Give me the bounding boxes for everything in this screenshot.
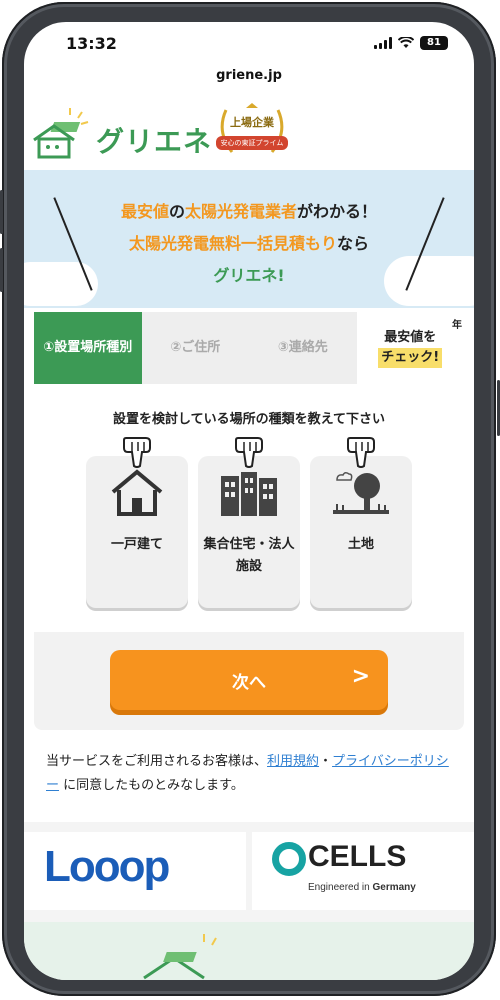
house-icon: [111, 469, 163, 516]
next-button-area: 次へ >: [34, 632, 464, 730]
hero-text: 太陽光発電業者: [185, 202, 298, 221]
step-1: ①設置場所種別: [34, 312, 142, 384]
badge-title: 上場企業: [230, 116, 274, 129]
step-final-line2: チェック!: [378, 348, 443, 368]
signal-icon: [374, 37, 392, 49]
step-1-label: ①設置場所種別: [43, 340, 133, 355]
battery-icon: 81: [420, 36, 448, 50]
hero-headline-2: 太陽光発電無料一括見積もりなら: [24, 230, 474, 254]
step-3-label: ③連絡先: [277, 340, 328, 355]
step-2: ②ご住所: [142, 312, 250, 384]
option-land[interactable]: 土地: [310, 437, 412, 608]
status-bar: 13:32 81: [24, 22, 474, 68]
footer-banner: [24, 922, 474, 980]
step-final: 最安値を チェック! 年: [356, 312, 464, 384]
hero-headline-3: グリエネ!: [213, 266, 285, 285]
apartment-building-icon: [221, 472, 277, 516]
hero-banner: 最安値の太陽光発電業者がわかる！ 太陽光発電無料一括見積もりなら グリエネ!: [24, 170, 474, 308]
laurel-wreath-icon: [220, 103, 284, 153]
footer-logo-house-icon: [143, 934, 217, 980]
status-icons: 81: [374, 36, 448, 50]
logo-house-icon[interactable]: [30, 106, 96, 162]
qcells-tagline-bold: Germany: [372, 882, 416, 893]
question-title: 設置を検討している場所の種類を教えて下さい: [113, 412, 385, 427]
step-2-label: ②ご住所: [170, 340, 221, 355]
hero-text: 太陽光発電無料一括見積もり: [128, 234, 337, 253]
land-tree-icon: [333, 471, 389, 514]
option-label: 一戸建て: [110, 537, 163, 552]
listed-company-badge: 上場企業 安心の東証プライム: [212, 102, 292, 162]
chevron-right-icon: >: [351, 664, 370, 689]
option-detached-house[interactable]: 一戸建て: [86, 437, 188, 608]
next-button[interactable]: 次へ >: [110, 650, 388, 710]
terms-suffix: に同意したものとみなします。: [59, 778, 244, 793]
partner-logos: Looop CELLS Engineered in Germany: [24, 822, 474, 922]
step-indicator: ①設置場所種別 ②ご住所 ③連絡先 最安値を チェック! 年: [34, 312, 464, 384]
badge-subtitle: 安心の東証プライム: [215, 136, 289, 150]
site-header: グリエネ 上場企業 安心の東証プライム: [24, 92, 474, 170]
hero-text: がわかる！: [297, 202, 378, 221]
pointing-hand-icon: [235, 437, 263, 468]
pointing-hand-icon: [347, 437, 375, 468]
hero-text: 最安値: [120, 202, 169, 221]
step-final-line1: 最安値を: [384, 330, 437, 345]
pointing-hand-icon: [123, 437, 151, 468]
screen: 13:32 81 griene.jp グリエネ 上場企業 安心の東証プライム 最…: [24, 22, 474, 980]
terms-notice: 当サービスをご利用されるお客様は、利用規約・プライバシーポリシー に同意したもの…: [46, 750, 456, 798]
address-bar-url[interactable]: griene.jp: [24, 68, 474, 83]
partner-qcells[interactable]: CELLS Engineered in Germany: [252, 832, 474, 910]
hero-headline-1: 最安値の太陽光発電業者がわかる！: [24, 198, 474, 222]
logo-text[interactable]: グリエネ: [96, 120, 212, 160]
partner-looop[interactable]: Looop: [24, 832, 246, 910]
step-3: ③連絡先: [249, 312, 357, 384]
qcells-tagline-prefix: Engineered in: [308, 882, 373, 893]
terms-prefix: 当サービスをご利用されるお客様は、: [46, 754, 268, 769]
terms-of-service-link[interactable]: 利用規約: [267, 754, 319, 769]
qcells-tagline: Engineered in Germany: [308, 882, 416, 893]
step-final-mark: 年: [452, 320, 462, 331]
qcells-q-icon: [272, 842, 306, 876]
location-type-card: 設置を検討している場所の種類を教えて下さい 一戸建て 集合住宅・法人施設 土地: [34, 384, 464, 632]
qcells-logo: CELLS: [308, 840, 407, 873]
option-apartment-corporate[interactable]: 集合住宅・法人施設: [198, 437, 300, 608]
hero-text: なら: [337, 234, 370, 253]
terms-separator: ・: [319, 754, 333, 769]
volume-down-button: [0, 248, 3, 292]
option-label: 集合住宅・法人施設: [203, 537, 295, 574]
wifi-icon: [398, 37, 414, 48]
option-label: 土地: [347, 537, 374, 552]
clock: 13:32: [66, 34, 117, 53]
hero-text: の: [168, 202, 185, 221]
volume-up-button: [0, 190, 3, 234]
looop-logo: Looop: [44, 842, 170, 891]
next-button-label: 次へ: [232, 672, 266, 693]
